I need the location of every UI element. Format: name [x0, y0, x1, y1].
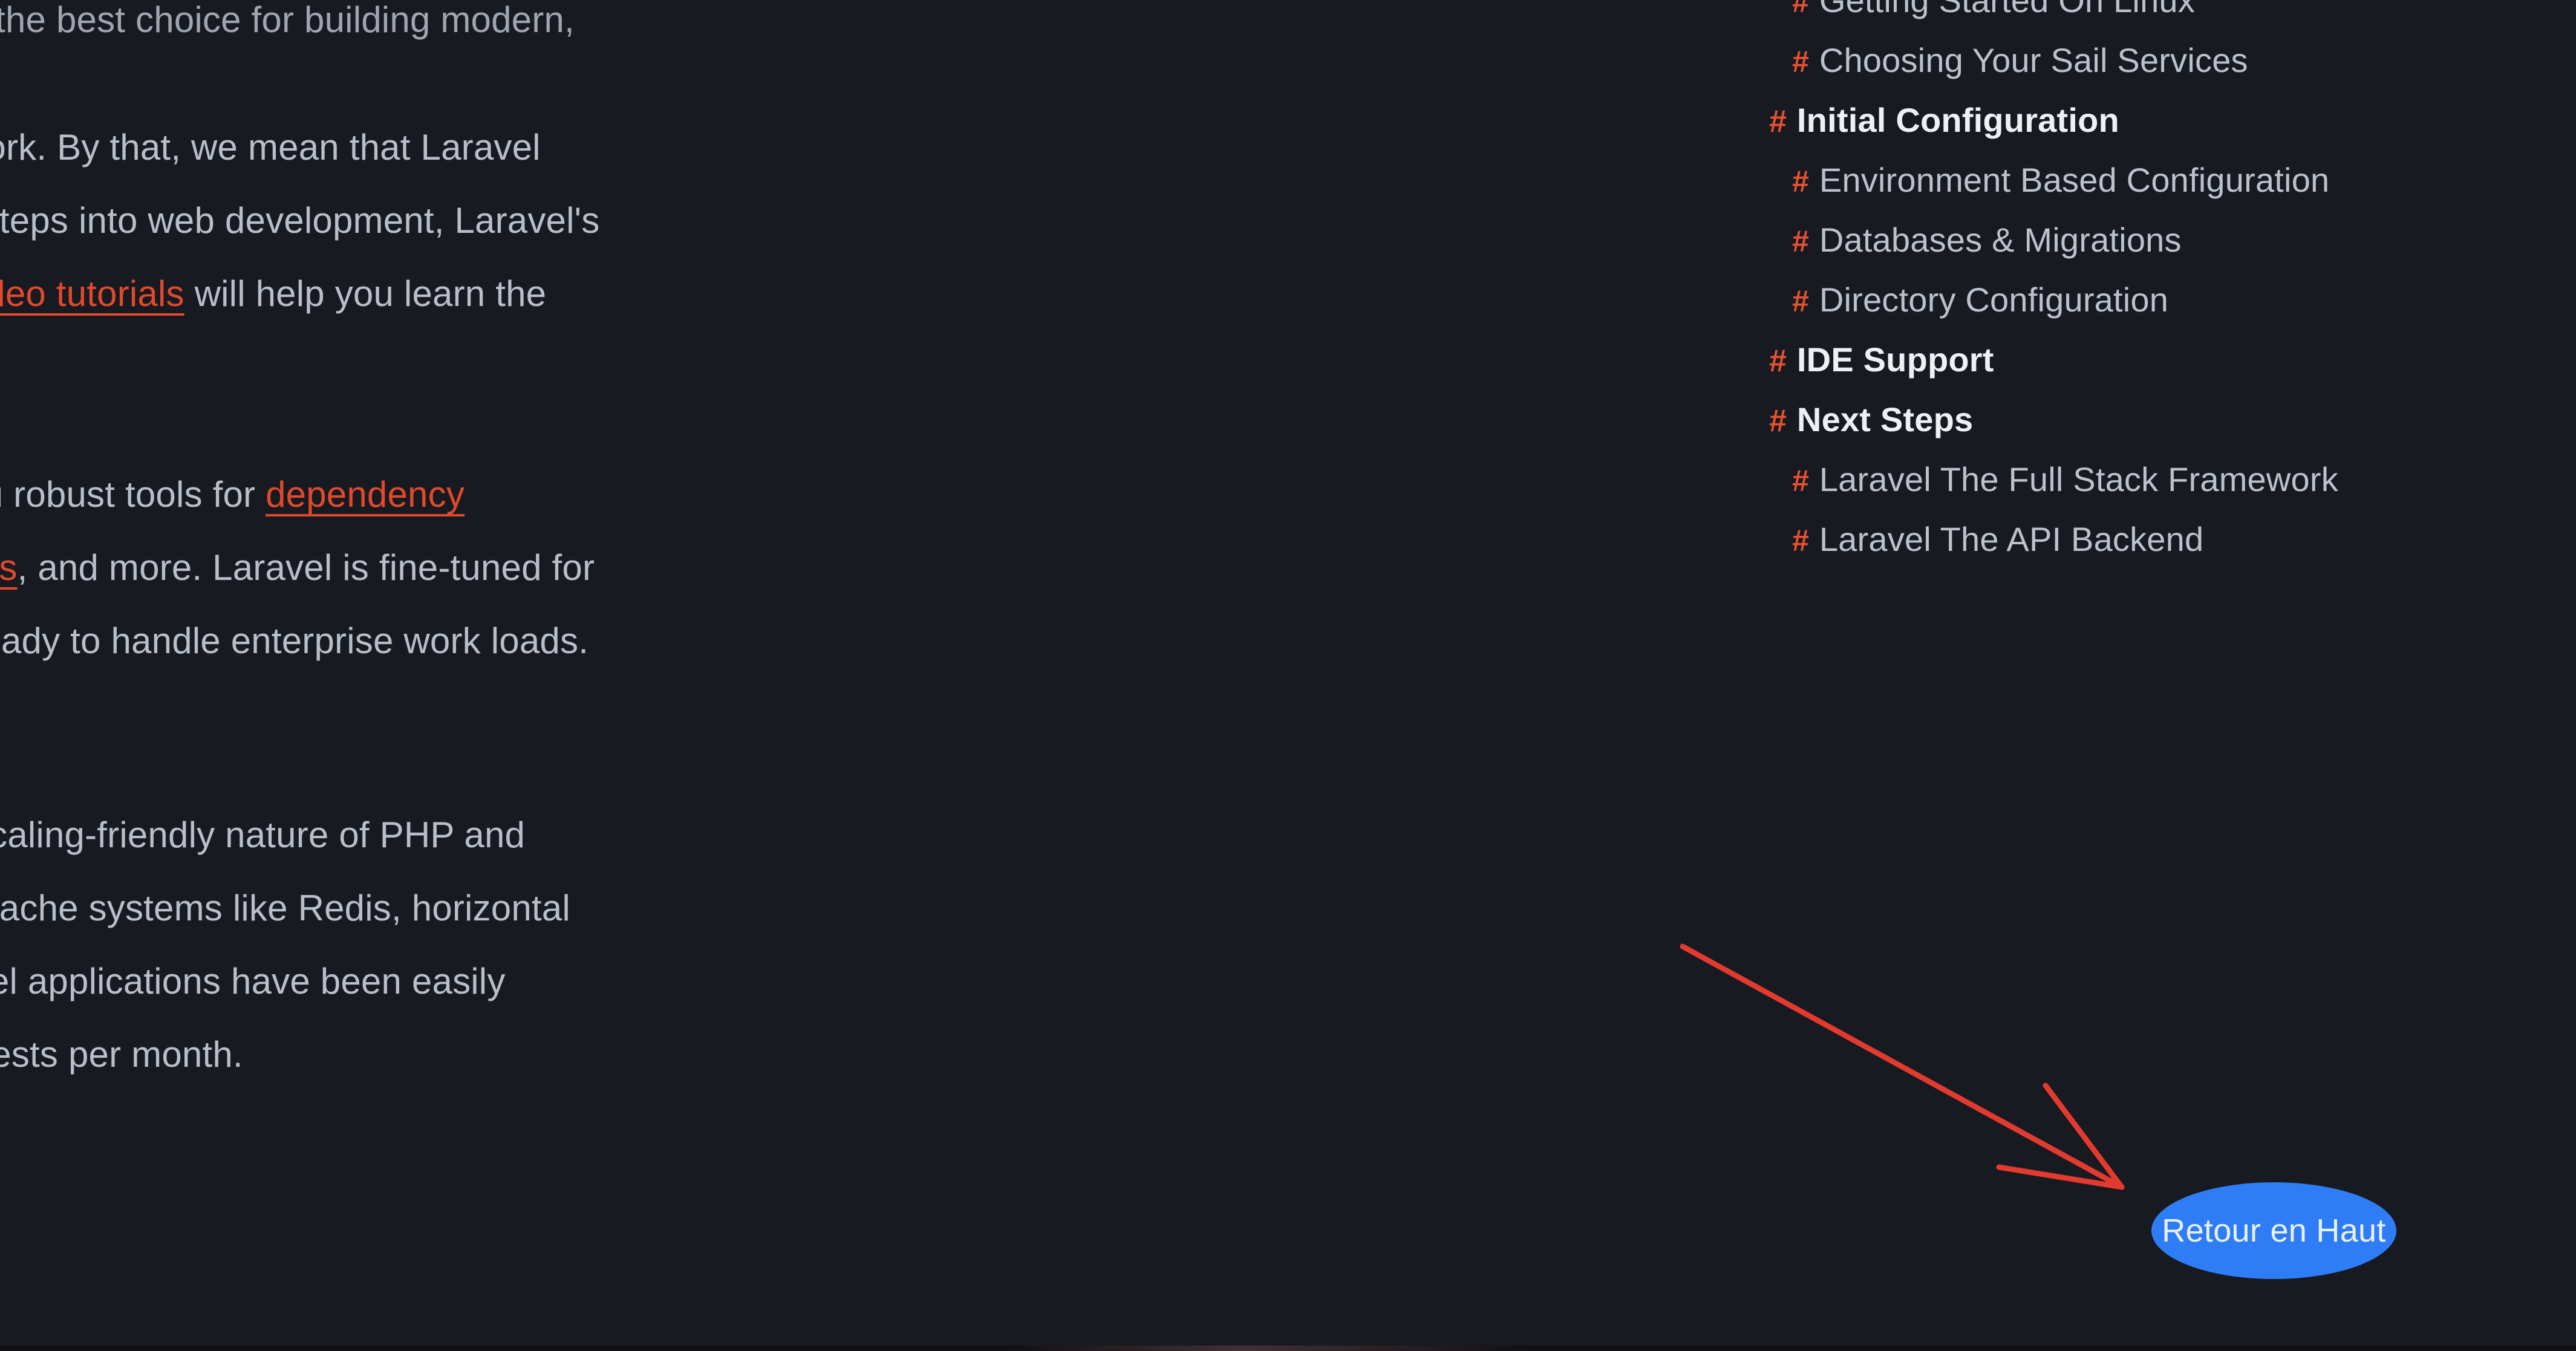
link-dependency[interactable]: dependency — [266, 474, 465, 515]
arrow-head-barb-upper — [2043, 1082, 2125, 1190]
text-line-with-link: s, and video tutorials will help you lea… — [0, 257, 998, 330]
text-line-with-link: gives you robust tools for dependency — [0, 458, 998, 531]
toc-item-ide-support[interactable]: # IDE Support — [1769, 340, 2495, 400]
toc-item-directory-configuration[interactable]: # Directory Configuration — [1769, 280, 2495, 340]
arrow-head-barb-lower — [1996, 1164, 2125, 1190]
bottom-edge-highlight — [998, 1346, 1542, 1351]
toc-item-label: Databases & Migrations — [1819, 221, 2182, 259]
text-fragment: will help you learn the — [184, 273, 547, 314]
hash-icon: # — [1792, 164, 1809, 198]
text-line: ' framework. By that, we mean that Larav… — [0, 127, 541, 168]
text-line: our first steps into web development, La… — [0, 200, 600, 241]
toc-item-laravel-the-api-backend[interactable]: # Laravel The API Backend — [1769, 519, 2495, 579]
text-line: s of requests per month. — [0, 1034, 243, 1075]
arrow-shaft — [1680, 943, 2125, 1190]
hash-icon: # — [1792, 45, 1809, 79]
link-realtime-events[interactable]: me events — [0, 547, 18, 588]
hash-icon: # — [1792, 224, 1809, 258]
toc-item-label: Next Steps — [1796, 400, 1974, 438]
text-line: , to the scaling-friendly nature of PHP … — [0, 815, 526, 855]
toc-item-label: Laravel The API Backend — [1819, 520, 2204, 558]
toc-item-environment-based-configuration[interactable]: # Environment Based Configuration — [1769, 160, 2495, 220]
text-line: tributed cache systems like Redis, horiz… — [0, 888, 570, 928]
bottom-edge-strip — [0, 1346, 2576, 1351]
toc-item-label: Laravel The Full Stack Framework — [1819, 460, 2338, 498]
toc-item-label: IDE Support — [1796, 340, 1994, 379]
table-of-contents: # Getting Started On Linux # Choosing Yo… — [1769, 0, 2495, 579]
hash-icon: # — [1792, 464, 1809, 498]
toc-item-next-steps[interactable]: # Next Steps — [1769, 400, 2495, 460]
toc-item-getting-started-on-linux[interactable]: # Getting Started On Linux — [1769, 0, 2495, 41]
article-content: aravel is the best choice for building m… — [0, 0, 998, 1091]
hash-icon: # — [1769, 403, 1787, 438]
paragraph-robust-tools: gives you robust tools for dependency me… — [0, 458, 998, 677]
toc-item-label: Environment Based Configuration — [1819, 161, 2330, 199]
hash-icon: # — [1792, 524, 1809, 558]
toc-item-label: Choosing Your Sail Services — [1819, 41, 2248, 79]
text-line: ed. — [0, 330, 998, 403]
toc-item-label: Getting Started On Linux — [1819, 0, 2195, 19]
link-video-tutorials[interactable]: video tutorials — [0, 273, 184, 314]
back-to-top-label: Retour en Haut — [2162, 1213, 2386, 1249]
toc-item-laravel-the-full-stack-framework[interactable]: # Laravel The Full Stack Framework — [1769, 460, 2495, 519]
toc-item-initial-configuration[interactable]: # Initial Configuration — [1769, 100, 2495, 160]
hash-icon: # — [1792, 0, 1809, 19]
hash-icon: # — [1769, 104, 1787, 139]
text-line: ct, Laravel applications have been easil… — [0, 961, 506, 1001]
text-line: aravel is the best choice for building m… — [0, 0, 575, 40]
hash-icon: # — [1769, 343, 1787, 379]
toc-item-label: Initial Configuration — [1796, 101, 2119, 139]
paragraph-scalable: , to the scaling-friendly nature of PHP … — [0, 798, 998, 1091]
hash-icon: # — [1792, 284, 1809, 318]
paragraph-progressive-framework: ' framework. By that, we mean that Larav… — [0, 111, 998, 403]
toc-item-databases-and-migrations[interactable]: # Databases & Migrations — [1769, 220, 2495, 280]
back-to-top-button[interactable]: Retour en Haut — [2151, 1182, 2396, 1279]
toc-item-label: Directory Configuration — [1819, 281, 2169, 319]
toc-item-choosing-your-sail-services[interactable]: # Choosing Your Sail Services — [1769, 41, 2495, 100]
text-line-with-link: me events, and more. Laravel is fine-tun… — [0, 531, 998, 604]
text-line: ns and ready to handle enterprise work l… — [0, 620, 589, 661]
text-fragment: , and more. Laravel is fine-tuned for — [17, 547, 595, 588]
page-root: aravel is the best choice for building m… — [0, 0, 2576, 1351]
paragraph-intro-clipped: aravel is the best choice for building m… — [0, 0, 998, 56]
text-fragment: gives you robust tools for — [0, 474, 256, 515]
